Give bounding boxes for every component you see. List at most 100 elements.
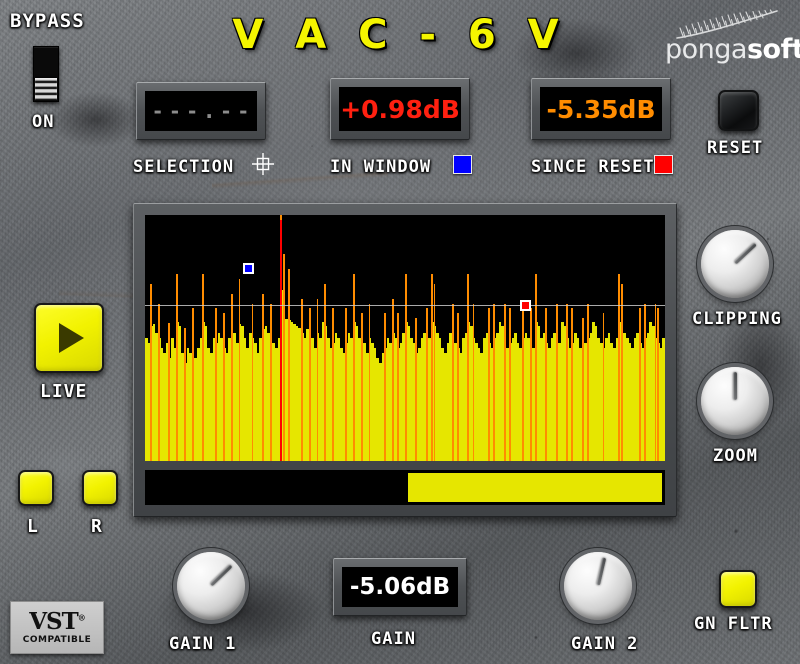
- histogram-peak-bar: [368, 303, 371, 461]
- gain2-knob[interactable]: [564, 552, 632, 620]
- gain-filter-label: GN FLTR: [694, 614, 773, 634]
- in-window-peak-marker[interactable]: [242, 263, 254, 275]
- histogram-peak-bar: [345, 308, 347, 461]
- histogram-peak-bar: [324, 283, 327, 461]
- gain-display[interactable]: -5.06dB: [333, 558, 467, 616]
- brand-wordmark: pongasoft™: [665, 34, 800, 65]
- histogram-bars: [145, 215, 665, 461]
- histogram-peak-bar: [555, 303, 558, 461]
- histogram-peak-bar: [431, 274, 433, 461]
- histogram-peak-bar: [353, 274, 355, 461]
- histogram-peak-bar: [301, 298, 303, 461]
- histogram-peak-bar: [488, 308, 490, 461]
- channel-left-button[interactable]: [18, 470, 54, 506]
- histogram-peak-bar: [405, 274, 407, 461]
- in-window-label: IN WINDOW: [330, 157, 432, 177]
- in-window-display[interactable]: +0.98dB: [330, 78, 470, 140]
- histogram-peak-bar: [503, 303, 506, 461]
- since-reset-color-swatch: [654, 155, 673, 174]
- histogram-peak-bar: [602, 313, 605, 461]
- channel-right-button[interactable]: [82, 470, 118, 506]
- in-window-color-swatch: [453, 155, 472, 174]
- histogram-peak-bar: [191, 308, 194, 461]
- histogram-peak-bar: [202, 274, 204, 461]
- histogram-peak-bar: [472, 303, 475, 461]
- histogram-peak-bar: [654, 303, 657, 461]
- vst-compatible-badge: VST® COMPATIBLE: [10, 601, 104, 654]
- histogram-peak-bar: [509, 308, 511, 461]
- histogram-peak-bar: [657, 308, 659, 461]
- histogram-peak-bar: [269, 303, 272, 461]
- buffer-progress-track[interactable]: [145, 470, 665, 505]
- bypass-toggle-lever[interactable]: [35, 78, 57, 100]
- clipping-label: CLIPPING: [692, 309, 782, 329]
- zoom-knob[interactable]: [701, 367, 769, 435]
- histogram-peak-bar: [215, 308, 217, 461]
- histogram-peak-bar: [618, 274, 620, 461]
- histogram-peak-bar: [150, 283, 152, 461]
- bypass-state-label: ON: [32, 112, 55, 132]
- histogram-peak-bar: [415, 318, 418, 461]
- gain-filter-button[interactable]: [719, 570, 757, 608]
- bypass-toggle-switch[interactable]: [33, 46, 59, 102]
- bypass-label: BYPASS: [10, 10, 85, 32]
- zoom-knob-indicator: [733, 372, 737, 400]
- play-icon: [59, 323, 84, 353]
- brand-light: ponga: [665, 34, 747, 65]
- histogram-peak-bar: [332, 308, 334, 461]
- histogram-peak-bar: [493, 303, 496, 461]
- since-reset-display[interactable]: -5.35dB: [531, 78, 671, 140]
- histogram-peak-bar: [384, 313, 386, 461]
- histogram-peak-bar: [288, 269, 290, 461]
- vst-subtitle: COMPATIBLE: [22, 635, 92, 645]
- gain1-knob[interactable]: [177, 552, 245, 620]
- histogram-panel: [133, 203, 677, 517]
- histogram-peak-bar: [251, 303, 254, 461]
- live-button[interactable]: [34, 303, 104, 373]
- histogram-peak-bar: [184, 328, 186, 461]
- selection-label: SELECTION: [133, 157, 235, 177]
- gain-label: GAIN: [371, 629, 416, 649]
- channel-right-label: R: [91, 516, 103, 537]
- histogram-peak-bar: [397, 313, 399, 461]
- reset-button[interactable]: [718, 90, 759, 131]
- gain1-label: GAIN 1: [169, 634, 237, 654]
- selection-display[interactable]: - - - . - -: [136, 82, 266, 140]
- histogram-peak-bar: [168, 323, 171, 461]
- live-label: LIVE: [40, 381, 88, 402]
- histogram-peak-bar: [620, 283, 623, 461]
- in-window-value: +0.98dB: [339, 87, 461, 131]
- histogram-peak-bar: [425, 308, 428, 461]
- histogram-peak-bar: [457, 313, 459, 461]
- clipping-knob-indicator: [733, 242, 757, 265]
- histogram-peak-bar: [535, 274, 537, 461]
- clipping-knob[interactable]: [701, 230, 769, 298]
- histogram-peak-bar: [282, 254, 285, 461]
- vst-mark: VST®: [29, 610, 86, 633]
- histogram-peak-bar: [451, 303, 454, 461]
- histogram-peak-bar: [566, 303, 568, 461]
- channel-left-label: L: [27, 516, 39, 537]
- histogram-peak-bar: [176, 274, 178, 461]
- histogram-peak-bar: [639, 308, 641, 461]
- histogram-peak-bar: [308, 308, 311, 461]
- histogram-peak-bar: [571, 308, 574, 461]
- selection-value: - - - . - -: [145, 91, 257, 131]
- histogram-peak-bar: [581, 318, 584, 461]
- histogram-peak-bar: [223, 313, 225, 461]
- histogram-selected-peak-bar: [280, 219, 283, 461]
- histogram-peak-bar: [230, 293, 233, 461]
- histogram-chart[interactable]: [145, 215, 665, 461]
- pongasoft-logo: pongasoft™: [655, 8, 800, 70]
- gain2-knob-indicator: [596, 557, 607, 586]
- crosshair-icon[interactable]: [252, 153, 274, 175]
- vst-registered-icon: ®: [77, 612, 86, 623]
- histogram-peak-bar: [392, 298, 394, 461]
- buffer-progress-fill: [408, 473, 662, 502]
- plugin-window: V A C - 6 V pongasoft™ BYPASS ON: [0, 0, 800, 664]
- gain2-label: GAIN 2: [571, 634, 639, 654]
- histogram-peak-bar: [158, 303, 160, 461]
- since-reset-value: -5.35dB: [540, 87, 662, 131]
- gain1-knob-indicator: [209, 564, 233, 587]
- since-reset-peak-marker[interactable]: [520, 300, 532, 312]
